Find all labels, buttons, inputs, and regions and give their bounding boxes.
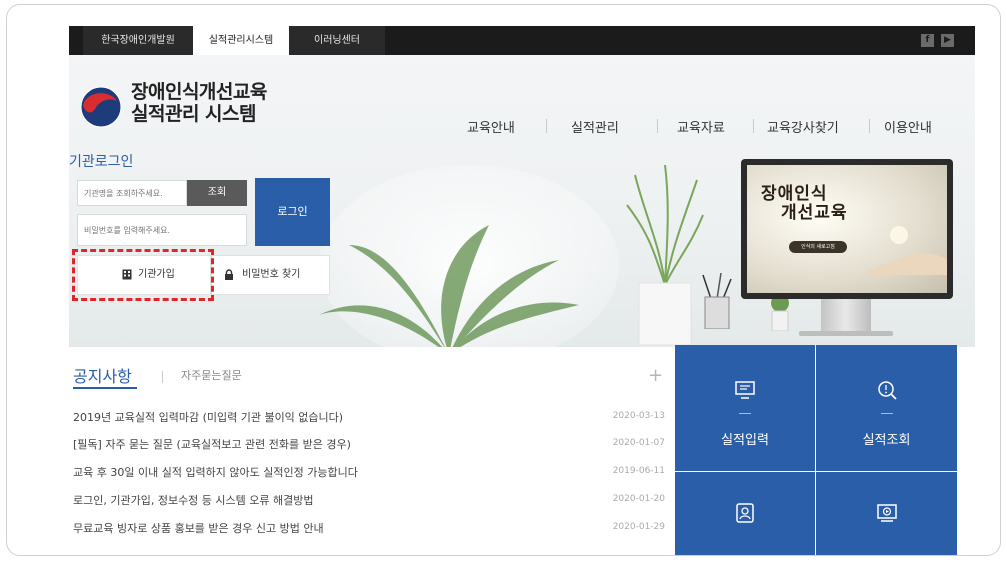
notice-row[interactable]: [필독] 자주 묻는 질문 (교육실적보고 관련 전화를 받은 경우) 2020… <box>73 436 665 456</box>
logo-title-line1: 장애인식개선교육 <box>131 81 267 103</box>
promo-title: 장애인식 개선교육 <box>761 185 848 223</box>
search-icon <box>877 381 897 400</box>
nav-education-info[interactable]: 교육안내 <box>467 117 515 137</box>
notice-date: 2020-01-29 <box>612 522 665 532</box>
notice-date: 2020-03-13 <box>612 411 665 421</box>
nav-separator <box>753 119 754 133</box>
nav-separator <box>869 119 870 133</box>
promo-monitor: 장애인식 개선교육 인식의 새로고침 <box>741 159 953 299</box>
nav-performance-manage[interactable]: 실적관리 <box>571 117 619 137</box>
promo-badge: 인식의 새로고침 <box>789 241 847 253</box>
tile-instructor[interactable] <box>675 472 815 555</box>
tab-notices-underline <box>73 387 137 389</box>
tile-performance-input[interactable]: 실적입력 <box>675 345 815 471</box>
notice-date: 2020-01-07 <box>612 438 665 448</box>
nav-education-materials[interactable]: 교육자료 <box>677 117 725 137</box>
tab-notices[interactable]: 공지사항 <box>73 363 132 387</box>
org-search-button[interactable]: 조회 <box>187 180 247 206</box>
lock-icon <box>225 269 233 280</box>
hand-image <box>867 226 947 275</box>
logo-icon[interactable] <box>79 85 123 129</box>
tile-performance-search[interactable]: 실적조회 <box>816 345 957 471</box>
more-notices-button[interactable]: + <box>648 365 663 386</box>
promo-title-line1: 장애인식 <box>761 184 828 204</box>
join-label: 기관가입 <box>138 269 175 280</box>
video-icon <box>876 504 897 522</box>
notice-title: 로그인, 기관가입, 정보수정 등 시스템 오류 해결방법 <box>73 494 314 507</box>
org-name-input[interactable] <box>77 180 187 206</box>
notice-row[interactable]: 로그인, 기관가입, 정보수정 등 시스템 오류 해결방법 2020-01-20 <box>73 492 665 512</box>
nav-usage-guide[interactable]: 이용안내 <box>884 117 932 137</box>
nav-find-instructor[interactable]: 교육강사찾기 <box>767 117 839 137</box>
join-button[interactable]: 기관가입 <box>77 255 211 295</box>
potted-grass-image <box>626 165 704 345</box>
monitor-base <box>799 331 893 336</box>
notice-title: [필독] 자주 묻는 질문 (교육실적보고 관련 전화를 받은 경우) <box>73 438 351 451</box>
building-icon <box>122 269 132 280</box>
tile-label: 실적조회 <box>862 433 911 448</box>
monitor-stand <box>821 299 871 333</box>
notice-row[interactable]: 무료교육 빙자로 상품 홍보를 받은 경우 신고 방법 안내 2020-01-2… <box>73 520 665 540</box>
tile-divider <box>880 413 893 414</box>
login-title: 기관로그인 <box>69 154 134 170</box>
plant-leaves-image <box>319 225 579 347</box>
logo-title-line2: 실적관리 시스템 <box>131 103 256 125</box>
tile-divider <box>739 413 751 414</box>
youtube-icon[interactable]: ▶ <box>941 34 954 47</box>
tab-separator <box>162 371 163 383</box>
promo-title-line2: 개선교육 <box>781 203 848 223</box>
hero-section: 장애인식개선교육 실적관리 시스템 교육안내 실적관리 교육자료 교육강사찾기 … <box>69 55 975 347</box>
tile-video[interactable] <box>816 472 957 555</box>
promo-screen: 장애인식 개선교육 인식의 새로고침 <box>747 165 947 293</box>
tab-faq[interactable]: 자주묻는질문 <box>181 367 242 383</box>
notice-date: 2020-01-20 <box>612 494 665 504</box>
find-password-label: 비밀번호 찾기 <box>242 269 301 280</box>
screenshot-frame: 한국장애인개발원 실적관리시스템 이러닝센터 f ▶ 장애인식개선교육 실적관리… <box>6 4 1001 556</box>
tab-elearning[interactable]: 이러닝센터 <box>289 26 385 55</box>
facebook-icon[interactable]: f <box>921 34 934 47</box>
nav-separator <box>546 119 547 133</box>
tile-label: 실적입력 <box>721 433 769 448</box>
tab-kodaf[interactable]: 한국장애인개발원 <box>83 26 193 55</box>
monitor-icon <box>735 381 755 399</box>
notice-row[interactable]: 2019년 교육실적 입력마감 (미입력 기관 불이익 없습니다) 2020-0… <box>73 409 665 429</box>
pen-holder-image <box>702 273 732 329</box>
nav-separator <box>657 119 658 133</box>
password-input[interactable] <box>77 214 247 246</box>
notice-title: 2019년 교육실적 입력마감 (미입력 기관 불이익 없습니다) <box>73 411 344 424</box>
tab-performance-system[interactable]: 실적관리시스템 <box>193 26 289 55</box>
top-bar: 한국장애인개발원 실적관리시스템 이러닝센터 f ▶ <box>69 26 975 55</box>
logo-title[interactable]: 장애인식개선교육 실적관리 시스템 <box>131 81 267 125</box>
notice-row[interactable]: 교육 후 30일 이내 실적 입력하지 않아도 실적인정 가능합니다 2019-… <box>73 464 665 484</box>
notice-title: 교육 후 30일 이내 실적 입력하지 않아도 실적인정 가능합니다 <box>73 466 358 479</box>
id-card-icon <box>736 503 754 523</box>
notice-date: 2019-06-11 <box>612 466 665 476</box>
notice-title: 무료교육 빙자로 상품 홍보를 받은 경우 신고 방법 안내 <box>73 522 324 535</box>
